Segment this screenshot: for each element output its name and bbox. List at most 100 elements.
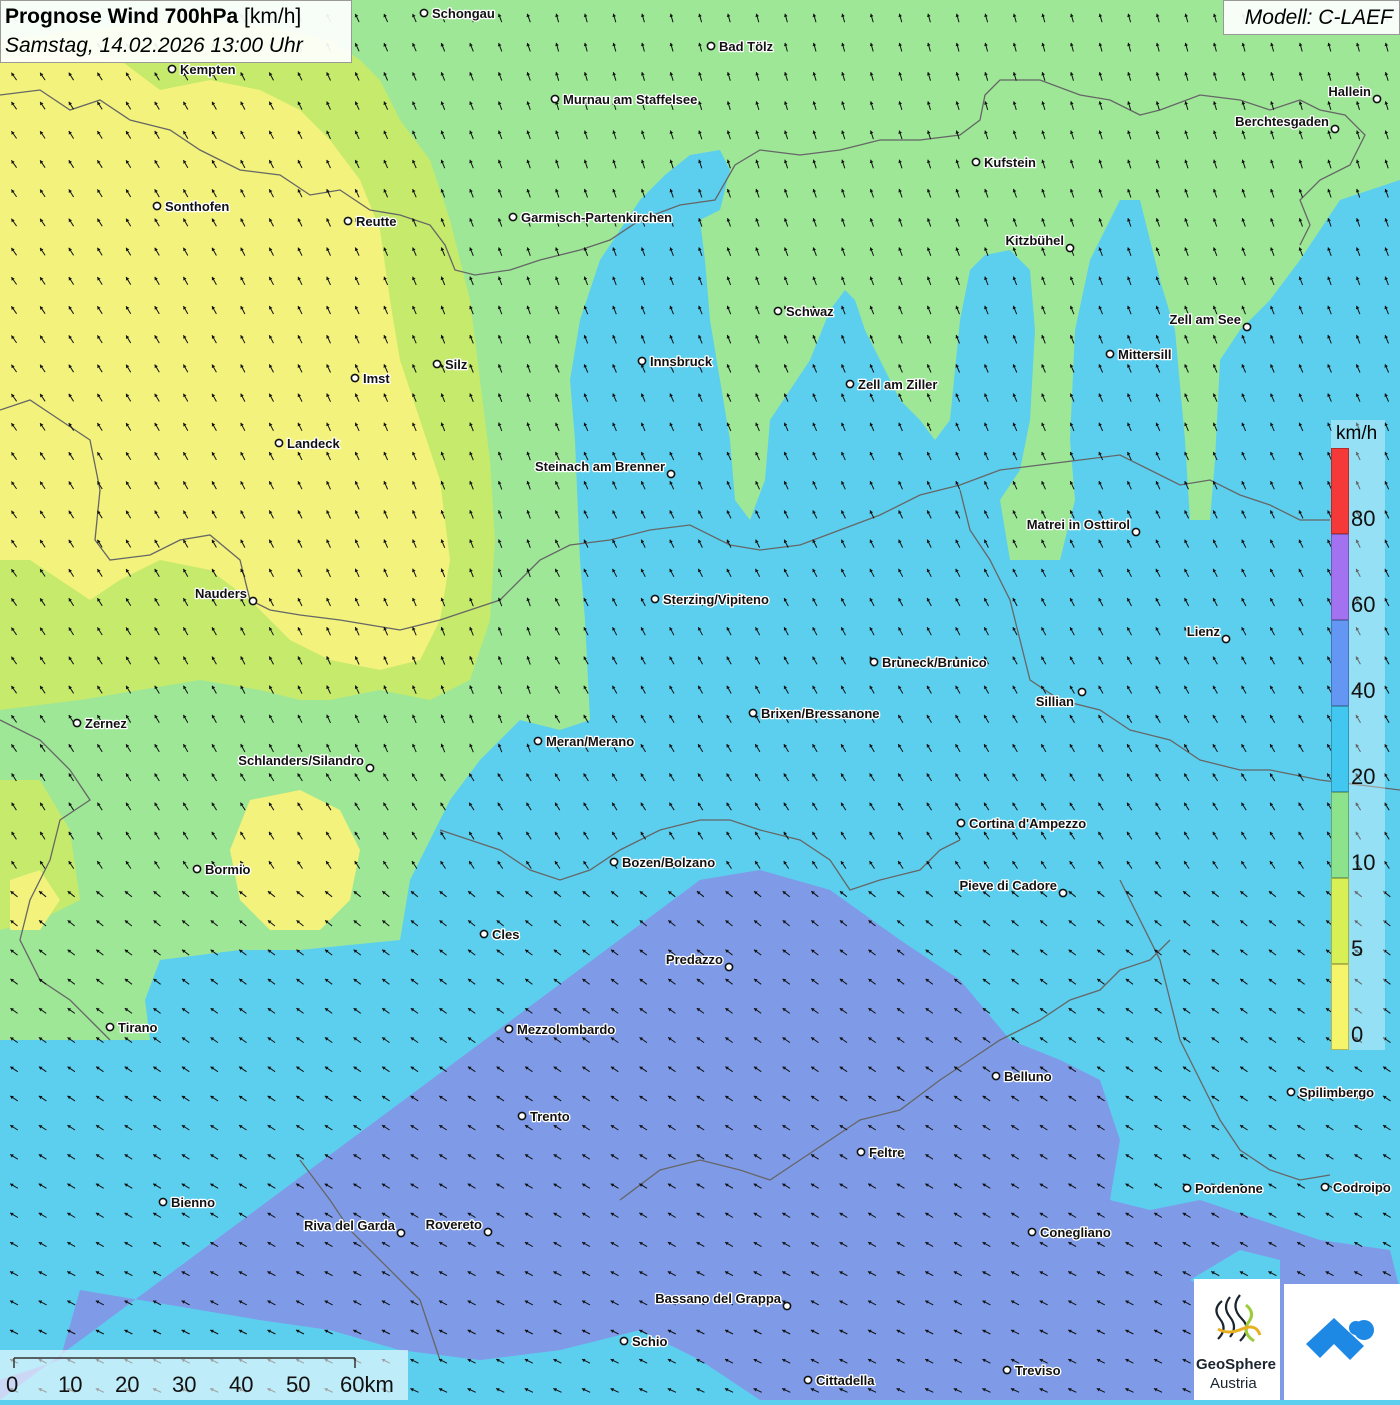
city-label: Sillian bbox=[1036, 694, 1074, 709]
model-panel: Modell: C-LAEF bbox=[1223, 0, 1400, 35]
city-label: Riva del Garda bbox=[304, 1218, 396, 1233]
model-label: Modell: C-LAEF bbox=[1244, 6, 1393, 29]
city-label: Sonthofen bbox=[165, 199, 229, 214]
city-label: Zernez bbox=[85, 716, 127, 731]
city-dot bbox=[483, 1227, 493, 1237]
city-dot bbox=[432, 359, 442, 369]
city-marker: Bozen/Bolzano bbox=[609, 854, 717, 871]
city-dot bbox=[619, 1336, 629, 1346]
city-dot bbox=[167, 64, 177, 74]
city-label: Innsbruck bbox=[650, 354, 713, 369]
city-marker: Spilimbergo bbox=[1286, 1084, 1375, 1101]
city-marker: Pordenone bbox=[1182, 1180, 1264, 1197]
city-dot bbox=[1330, 124, 1340, 134]
city-label: Pordenone bbox=[1195, 1181, 1263, 1196]
geosphere-logo-icon bbox=[1215, 1294, 1262, 1343]
city-marker: Cortina d'Ampezzo bbox=[956, 815, 1088, 832]
scale-label: 0 bbox=[6, 1372, 19, 1397]
city-label: Bienno bbox=[171, 1195, 215, 1210]
city-label: Mittersill bbox=[1118, 347, 1171, 362]
city-label: Treviso bbox=[1015, 1363, 1061, 1378]
city-label: Landeck bbox=[287, 436, 341, 451]
city-dot bbox=[856, 1147, 866, 1157]
city-label: Bad Tölz bbox=[719, 39, 774, 54]
city-dot bbox=[517, 1111, 527, 1121]
city-label: Mezzolombardo bbox=[517, 1022, 615, 1037]
legend-swatch bbox=[1331, 964, 1349, 1050]
city-dot bbox=[724, 962, 734, 972]
city-marker: Sterzing/Vipiteno bbox=[650, 591, 770, 608]
city-marker: Cittadella bbox=[803, 1372, 877, 1389]
color-legend: km/h 80 60 40 20 10 5 0 bbox=[1331, 420, 1385, 1050]
city-dot bbox=[1131, 527, 1141, 537]
city-label: Schlanders/Silandro bbox=[238, 753, 364, 768]
city-marker: Innsbruck bbox=[637, 353, 714, 370]
city-dot bbox=[343, 216, 353, 226]
city-dot bbox=[1065, 243, 1075, 253]
city-label: Garmisch-Partenkirchen bbox=[521, 210, 672, 225]
city-dot bbox=[1027, 1227, 1037, 1237]
city-dot bbox=[479, 929, 489, 939]
city-label: Cortina d'Ampezzo bbox=[969, 816, 1086, 831]
city-dot bbox=[782, 1301, 792, 1311]
city-marker: Bruneck/Brunico bbox=[869, 654, 988, 671]
city-marker: Sonthofen bbox=[152, 198, 231, 215]
city-dot bbox=[1286, 1087, 1296, 1097]
legend-swatch bbox=[1331, 706, 1349, 792]
city-dot bbox=[152, 201, 162, 211]
city-marker: Murnau am Staffelsee bbox=[550, 91, 699, 108]
scale-label: 30 bbox=[172, 1372, 197, 1397]
app-logo-icon bbox=[1306, 1318, 1374, 1360]
city-dot bbox=[274, 438, 284, 448]
city-marker: Meran/Merano bbox=[533, 733, 635, 750]
city-label: Matrei in Osttirol bbox=[1027, 517, 1130, 532]
city-marker: Brixen/Bressanone bbox=[748, 705, 881, 722]
city-label: Kempten bbox=[180, 62, 236, 77]
city-dot bbox=[504, 1024, 514, 1034]
legend-label: 20 bbox=[1351, 764, 1376, 789]
city-dot bbox=[419, 8, 429, 18]
city-label: Brixen/Bressanone bbox=[761, 706, 880, 721]
city-label: Pieve di Cadore bbox=[959, 878, 1057, 893]
city-dot bbox=[158, 1197, 168, 1207]
map-title-unit: [km/h] bbox=[238, 5, 302, 28]
legend-swatch bbox=[1331, 878, 1349, 964]
city-label: Feltre bbox=[869, 1145, 904, 1160]
legend-swatch bbox=[1331, 792, 1349, 878]
city-label: Meran/Merano bbox=[546, 734, 634, 749]
city-dot bbox=[1221, 634, 1231, 644]
city-label: Kitzbühel bbox=[1006, 233, 1065, 248]
wind-map: SchongauBad TölzKemptenMurnau am Staffel… bbox=[0, 0, 1400, 1400]
legend-label: 10 bbox=[1351, 850, 1376, 875]
city-label: Berchtesgaden bbox=[1235, 114, 1329, 129]
title-panel: Prognose Wind 700hPa [km/h] Samstag, 14.… bbox=[0, 0, 352, 63]
city-dot bbox=[1105, 349, 1115, 359]
city-label: Codroipo bbox=[1333, 1180, 1391, 1195]
city-dot bbox=[396, 1228, 406, 1238]
city-label: Schio bbox=[632, 1334, 667, 1349]
city-dot bbox=[773, 306, 783, 316]
geosphere-logo-name: GeoSphere bbox=[1196, 1356, 1277, 1373]
city-dot bbox=[1372, 94, 1382, 104]
zone-0-5 bbox=[230, 790, 360, 930]
city-dot bbox=[803, 1375, 813, 1385]
city-label: Bormio bbox=[205, 862, 251, 877]
legend-unit: km/h bbox=[1336, 423, 1378, 444]
city-label: Conegliano bbox=[1040, 1225, 1111, 1240]
city-dot bbox=[706, 41, 716, 51]
legend-label: 60 bbox=[1351, 592, 1376, 617]
scale-label: 40 bbox=[229, 1372, 254, 1397]
city-label: Silz bbox=[445, 357, 468, 372]
city-dot bbox=[650, 594, 660, 604]
city-label: Steinach am Brenner bbox=[535, 459, 665, 474]
legend-swatch bbox=[1331, 534, 1349, 620]
city-dot bbox=[991, 1071, 1001, 1081]
city-marker: Zell am Ziller bbox=[845, 376, 939, 393]
scale-label: 50 bbox=[286, 1372, 311, 1397]
city-label: Kufstein bbox=[984, 155, 1036, 170]
scale-label: 20 bbox=[115, 1372, 140, 1397]
city-label: Tirano bbox=[118, 1020, 158, 1035]
city-dot bbox=[1320, 1182, 1330, 1192]
city-label: Cles bbox=[492, 927, 519, 942]
legend-label: 80 bbox=[1351, 506, 1376, 531]
